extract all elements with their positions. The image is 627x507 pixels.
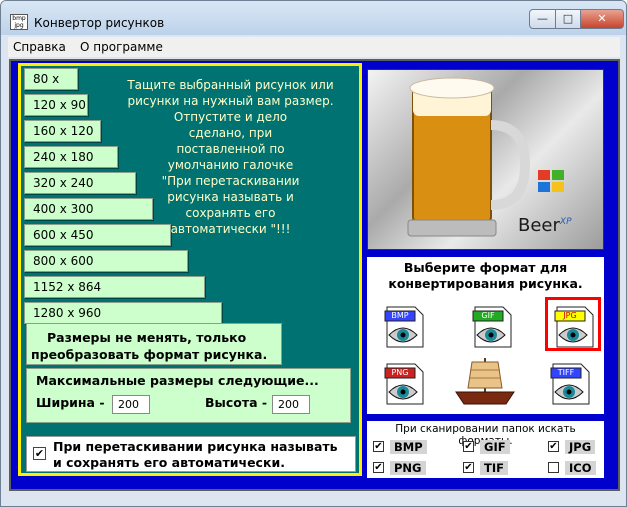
size-panel: 80 x 60 120 x 90 160 x 120 240 x 180 320… bbox=[18, 63, 362, 476]
gif-format-label: GIF bbox=[481, 311, 495, 320]
width-input[interactable]: 200 bbox=[112, 395, 150, 414]
scan-option-ico[interactable]: ICO bbox=[548, 461, 608, 475]
png-format-button[interactable]: PNG bbox=[379, 358, 427, 406]
size-button-80x60[interactable]: 80 x 60 bbox=[24, 68, 78, 106]
height-input[interactable]: 200 bbox=[272, 395, 310, 414]
keep-size-line2: преобразовать формат рисунка. bbox=[31, 347, 268, 362]
scan-bmp-checkbox[interactable]: ✔ bbox=[373, 441, 384, 452]
format-title-line2: конвертирования рисунка. bbox=[388, 276, 583, 291]
format-panel-title: Выберите формат для конвертирования рису… bbox=[367, 260, 604, 292]
size-button-240x180[interactable]: 240 x 180 bbox=[24, 146, 118, 168]
jpg-format-button[interactable]: JPG bbox=[545, 297, 601, 351]
size-button-1280x960[interactable]: 1280 x 960 bbox=[24, 302, 222, 324]
sailing-ship-graphic bbox=[455, 358, 515, 405]
beer-mug-image: BeerXP bbox=[367, 69, 604, 250]
scan-png-checkbox[interactable]: ✔ bbox=[373, 462, 384, 473]
size-button-120x90[interactable]: 120 x 90 bbox=[24, 94, 88, 116]
size-button-800x600[interactable]: 800 x 600 bbox=[24, 250, 188, 272]
gif-format-button[interactable]: GIF bbox=[467, 301, 515, 349]
auto-save-label: При перетаскивании рисунка называть и со… bbox=[53, 439, 338, 471]
auto-save-line1: При перетаскивании рисунка называть bbox=[53, 439, 338, 454]
keep-size-button[interactable]: Размеры не менять, только преобразовать … bbox=[26, 323, 282, 365]
instruction-line: рисунка называть и bbox=[167, 190, 294, 204]
scan-option-gif[interactable]: ✔ GIF bbox=[463, 440, 523, 454]
scan-option-tif[interactable]: ✔ TIF bbox=[463, 461, 523, 475]
tiff-format-button[interactable]: TIFF bbox=[545, 358, 593, 406]
client-area: 80 x 60 120 x 90 160 x 120 240 x 180 320… bbox=[9, 59, 620, 491]
instruction-line: поставленной по bbox=[176, 142, 285, 156]
scan-jpg-label: JPG bbox=[565, 440, 596, 454]
scan-option-bmp[interactable]: ✔ BMP bbox=[373, 440, 433, 454]
instruction-line: Отпустите и дело bbox=[173, 110, 288, 124]
scan-png-label: PNG bbox=[390, 461, 426, 475]
instruction-line: автоматически "!!! bbox=[170, 222, 291, 236]
title-bar[interactable]: bmp jpg Конвертор рисунков — □ ✕ bbox=[1, 1, 626, 35]
tiff-file-icon bbox=[550, 363, 590, 405]
auto-save-checkbox[interactable]: ✔ bbox=[33, 447, 46, 460]
windows-logo bbox=[538, 170, 564, 192]
scan-option-png[interactable]: ✔ PNG bbox=[373, 461, 433, 475]
instruction-line: сделано, при bbox=[188, 126, 273, 140]
scan-tif-checkbox[interactable]: ✔ bbox=[463, 462, 474, 473]
format-panel: Выберите формат для конвертирования рису… bbox=[367, 257, 604, 414]
beer-caption: BeerXP bbox=[518, 215, 572, 236]
close-button[interactable]: ✕ bbox=[580, 9, 624, 29]
menu-bar: Справка О программе bbox=[8, 37, 620, 57]
bmp-jpg-app-icon: bmp jpg bbox=[10, 14, 28, 30]
keep-size-line1: Размеры не менять, только bbox=[47, 330, 247, 345]
bmp-format-button[interactable]: BMP bbox=[379, 301, 427, 349]
menu-help[interactable]: Справка bbox=[13, 40, 66, 54]
sailing-ship-icon bbox=[452, 354, 518, 410]
scan-jpg-checkbox[interactable]: ✔ bbox=[548, 441, 559, 452]
tiff-format-label: TIFF bbox=[557, 368, 575, 377]
beer-caption-text: Beer bbox=[518, 215, 560, 236]
instruction-line: "При перетаскивании bbox=[161, 174, 300, 188]
max-size-button[interactable]: Максимальные размеры следующие... Ширина… bbox=[26, 368, 351, 423]
jpg-format-label: JPG bbox=[563, 311, 577, 320]
size-button-160x120[interactable]: 160 x 120 bbox=[24, 120, 101, 142]
width-label: Ширина - bbox=[36, 395, 105, 410]
scan-bmp-label: BMP bbox=[390, 440, 427, 454]
scan-gif-checkbox[interactable]: ✔ bbox=[463, 441, 474, 452]
auto-save-option[interactable]: ✔ При перетаскивании рисунка называть и … bbox=[26, 436, 356, 472]
maximize-button[interactable]: □ bbox=[555, 9, 581, 29]
scan-ico-label: ICO bbox=[565, 461, 596, 475]
minimize-button[interactable]: — bbox=[529, 9, 556, 29]
max-size-label: Максимальные размеры следующие... bbox=[36, 373, 319, 388]
gif-file-icon bbox=[472, 306, 512, 348]
auto-save-line2: и сохранять его автоматически. bbox=[53, 455, 285, 470]
scan-formats-panel: При сканировании папок искать форматы. ✔… bbox=[367, 421, 604, 478]
png-format-label: PNG bbox=[391, 368, 409, 377]
format-title-line1: Выберите формат для bbox=[403, 260, 568, 275]
window-title: Конвертор рисунков bbox=[34, 16, 165, 30]
instruction-line: рисунки на нужный вам размер. bbox=[127, 94, 334, 108]
scan-ico-checkbox[interactable] bbox=[548, 462, 559, 473]
bmp-format-label: BMP bbox=[391, 311, 409, 320]
scan-gif-label: GIF bbox=[480, 440, 510, 454]
instruction-text: Тащите выбранный рисунок или рисунки на … bbox=[118, 77, 343, 237]
height-label: Высота - bbox=[205, 395, 268, 410]
app-window: bmp jpg Конвертор рисунков — □ ✕ Справка … bbox=[0, 0, 627, 507]
instruction-line: Тащите выбранный рисунок или bbox=[127, 78, 334, 92]
scan-option-jpg[interactable]: ✔ JPG bbox=[548, 440, 608, 454]
menu-about[interactable]: О программе bbox=[80, 40, 163, 54]
jpg-file-icon bbox=[554, 306, 594, 348]
instruction-line: умолчанию галочке bbox=[167, 158, 294, 172]
bmp-file-icon bbox=[384, 306, 424, 348]
size-button-1152x864[interactable]: 1152 x 864 bbox=[24, 276, 205, 298]
instruction-line: сохранять его bbox=[185, 206, 276, 220]
png-file-icon bbox=[384, 363, 424, 405]
scan-tif-label: TIF bbox=[480, 461, 508, 475]
beer-caption-xp: XP bbox=[559, 217, 572, 227]
